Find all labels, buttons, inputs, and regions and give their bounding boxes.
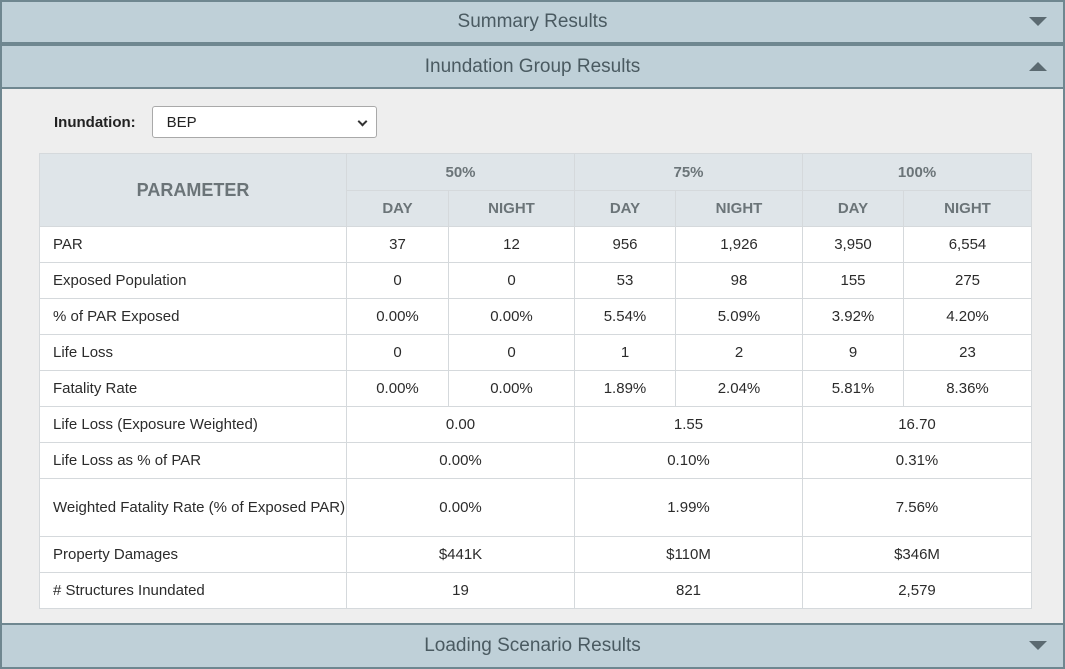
table-cell: 0.00%: [346, 442, 575, 479]
results-table: PARAMETER 50% 75% 100% DAY NIGHT DAY NIG…: [39, 153, 1032, 609]
inundation-selected-value: BEP: [166, 113, 197, 131]
table-row: Life Loss (Exposure Weighted) 0.00 1.55 …: [39, 406, 1032, 443]
table-row: Weighted Fatality Rate (% of Exposed PAR…: [39, 478, 1032, 537]
table-cell: $110M: [574, 536, 803, 573]
table-cell: 275: [903, 262, 1032, 299]
row-label: # Structures Inundated: [39, 572, 347, 609]
table-cell: 0.00%: [346, 478, 575, 537]
row-label: Exposed Population: [39, 262, 347, 299]
table-cell: $346M: [802, 536, 1032, 573]
row-label: Life Loss as % of PAR: [39, 442, 347, 479]
table-cell: 8.36%: [903, 370, 1032, 407]
table-cell: 98: [675, 262, 803, 299]
group-header-100: 100%: [802, 153, 1032, 191]
inundation-group-results-title: Inundation Group Results: [424, 55, 641, 77]
night-header: NIGHT: [903, 190, 1032, 227]
night-header: NIGHT: [448, 190, 575, 227]
summary-results-title: Summary Results: [457, 11, 608, 32]
table-cell: 0: [448, 262, 575, 299]
table-row: Life Loss 0 0 1 2 9 23: [39, 334, 1032, 371]
loading-scenario-results-title: Loading Scenario Results: [424, 635, 641, 656]
table-cell: 6,554: [903, 226, 1032, 263]
group-header-75: 75%: [574, 153, 803, 191]
table-cell: 2,579: [802, 572, 1032, 609]
row-label: % of PAR Exposed: [39, 298, 347, 335]
table-row: # Structures Inundated 19 821 2,579: [39, 572, 1032, 609]
table-cell: 0.31%: [802, 442, 1032, 479]
table-cell: 0: [448, 334, 575, 371]
table-row: Exposed Population 0 0 53 98 155 275: [39, 262, 1032, 299]
inundation-filter: Inundation: BEP: [54, 106, 377, 138]
table-row: Life Loss as % of PAR 0.00% 0.10% 0.31%: [39, 442, 1032, 479]
row-label: PAR: [39, 226, 347, 263]
table-cell: 821: [574, 572, 803, 609]
chevron-down-icon: [357, 116, 368, 127]
table-cell: 0.00: [346, 406, 575, 443]
table-cell: 1,926: [675, 226, 803, 263]
table-cell: 9: [802, 334, 904, 371]
table-cell: 0: [346, 262, 449, 299]
table-cell: 3,950: [802, 226, 904, 263]
row-label: Property Damages: [39, 536, 347, 573]
chevron-down-icon[interactable]: [1029, 641, 1047, 650]
row-label: Fatality Rate: [39, 370, 347, 407]
inundation-group-results-header[interactable]: Inundation Group Results: [0, 44, 1065, 89]
table-cell: 155: [802, 262, 904, 299]
table-cell: 0.00%: [346, 298, 449, 335]
row-label: Life Loss (Exposure Weighted): [39, 406, 347, 443]
parameter-header: PARAMETER: [39, 153, 347, 227]
table-cell: 5.09%: [675, 298, 803, 335]
chevron-down-icon[interactable]: [1029, 17, 1047, 26]
table-cell: 5.54%: [574, 298, 676, 335]
table-cell: 0.00%: [346, 370, 449, 407]
group-header-50: 50%: [346, 153, 575, 191]
row-label: Life Loss: [39, 334, 347, 371]
row-label: Weighted Fatality Rate (% of Exposed PAR…: [39, 478, 347, 537]
summary-results-header[interactable]: Summary Results: [0, 0, 1065, 44]
day-header: DAY: [802, 190, 904, 227]
inundation-group-results-panel: Inundation: BEP PARAMETER 50% 75% 100% D…: [0, 89, 1065, 623]
chevron-up-icon[interactable]: [1029, 61, 1047, 71]
table-row: Fatality Rate 0.00% 0.00% 1.89% 2.04% 5.…: [39, 370, 1032, 407]
table-cell: 1: [574, 334, 676, 371]
table-cell: 956: [574, 226, 676, 263]
day-header: DAY: [346, 190, 449, 227]
table-cell: 16.70: [802, 406, 1032, 443]
table-row: % of PAR Exposed 0.00% 0.00% 5.54% 5.09%…: [39, 298, 1032, 335]
table-cell: 3.92%: [802, 298, 904, 335]
table-cell: 0.00%: [448, 298, 575, 335]
table-cell: 1.55: [574, 406, 803, 443]
table-cell: 2.04%: [675, 370, 803, 407]
night-header: NIGHT: [675, 190, 803, 227]
table-cell: 0.00%: [448, 370, 575, 407]
table-cell: 37: [346, 226, 449, 263]
table-row: Property Damages $441K $110M $346M: [39, 536, 1032, 573]
table-cell: 12: [448, 226, 575, 263]
table-cell: 23: [903, 334, 1032, 371]
table-cell: $441K: [346, 536, 575, 573]
table-cell: 53: [574, 262, 676, 299]
table-cell: 19: [346, 572, 575, 609]
table-row: PAR 37 12 956 1,926 3,950 6,554: [39, 226, 1032, 263]
loading-scenario-results-header[interactable]: Loading Scenario Results: [0, 623, 1065, 669]
table-cell: 5.81%: [802, 370, 904, 407]
table-cell: 0: [346, 334, 449, 371]
inundation-label: Inundation:: [54, 113, 136, 131]
table-cell: 7.56%: [802, 478, 1032, 537]
inundation-select[interactable]: BEP: [151, 106, 377, 138]
table-cell: 0.10%: [574, 442, 803, 479]
table-cell: 2: [675, 334, 803, 371]
table-cell: 1.89%: [574, 370, 676, 407]
day-header: DAY: [574, 190, 676, 227]
table-cell: 4.20%: [903, 298, 1032, 335]
table-cell: 1.99%: [574, 478, 803, 537]
